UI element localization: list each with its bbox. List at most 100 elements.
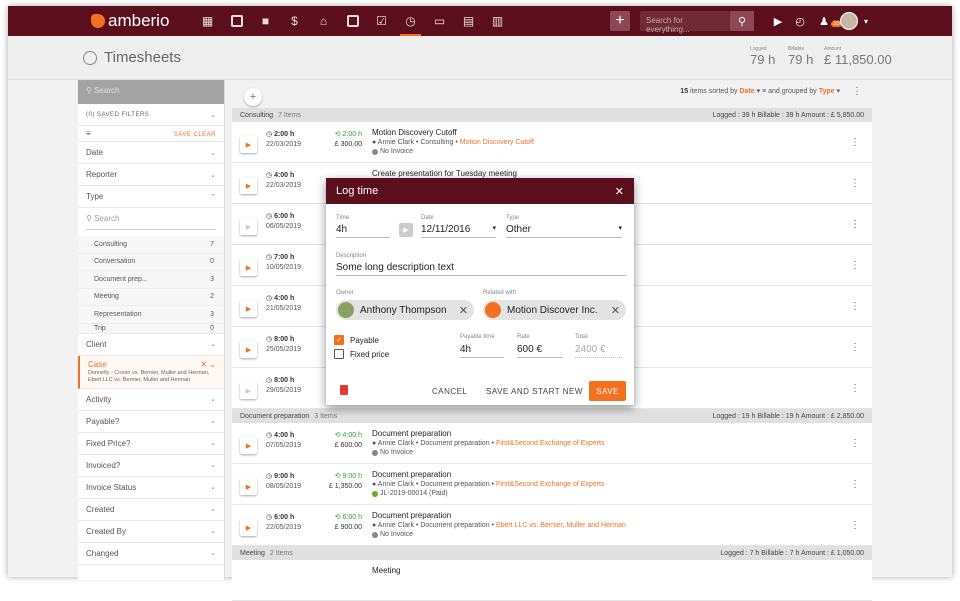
filter-created-by[interactable]: Created By ⌄: [78, 521, 224, 543]
type-option[interactable]: Trip 0: [78, 324, 224, 334]
related-link[interactable]: First&Second Exchange of Experts: [496, 481, 605, 488]
start-timer-button[interactable]: ▶: [240, 136, 257, 153]
filter-fixed-price[interactable]: Fixed Price? ⌄: [78, 433, 224, 455]
related-chip[interactable]: Motion Discover Inc. ✕: [483, 300, 626, 320]
table-row[interactable]: ▶ ◷ 2:00 h 22/03/2019 ⟲ 2:00 h £ 300.00 Motio…: [232, 122, 872, 163]
court-icon[interactable]: ⌂: [309, 6, 338, 36]
stat-billable: Billable 79 h: [788, 46, 814, 67]
start-timer-button[interactable]: ▶: [240, 177, 257, 194]
timer-play-icon[interactable]: ▶: [399, 223, 413, 237]
filter-activity[interactable]: Activity ⌄: [78, 389, 224, 411]
table-row[interactable]: Meeting: [232, 560, 872, 601]
documents-folder-icon[interactable]: ▭: [425, 6, 454, 36]
related-link[interactable]: First&Second Exchange of Experts: [496, 440, 605, 447]
group-field-dropdown[interactable]: Type: [819, 88, 835, 95]
row-menu-icon[interactable]: ⋮: [850, 342, 860, 353]
table-row[interactable]: ▶ ◷ 9:00 h 08/05/2019 ⟲ 9:00 h £ 1,350.00 Doc…: [232, 464, 872, 505]
filter-client[interactable]: Client ⌄: [78, 334, 224, 356]
save-and-start-new-button[interactable]: SAVE AND START NEW: [486, 387, 583, 396]
sort-field-dropdown[interactable]: Date: [739, 88, 754, 95]
fixed-price-checkbox[interactable]: [334, 349, 344, 359]
rate-input[interactable]: 600 €: [517, 344, 563, 358]
date-input[interactable]: 12/11/2016 ▾: [421, 224, 496, 238]
row-menu-icon[interactable]: ⋮: [850, 178, 860, 189]
entry-description: Document preparation ● Annie Clark • Docu…: [372, 429, 605, 456]
dashboard-icon[interactable]: ▦: [193, 6, 222, 36]
play-icon[interactable]: ▶: [768, 11, 788, 31]
filter-invoice-status[interactable]: Invoice Status ⌄: [78, 477, 224, 499]
related-link[interactable]: Motion Discovery Cutoff: [460, 139, 534, 146]
remove-related-icon[interactable]: ✕: [611, 304, 620, 317]
start-timer-button[interactable]: ▶: [240, 437, 257, 454]
filter-search-input[interactable]: ⚲ Search: [78, 80, 224, 104]
billing-icon[interactable]: $: [280, 6, 309, 36]
type-search-input[interactable]: ⚲ Search: [86, 214, 216, 230]
row-menu-icon[interactable]: ⋮: [850, 479, 860, 490]
type-option[interactable]: Conversation 0: [78, 254, 224, 271]
owner-chip[interactable]: Anthony Thompson ✕: [336, 300, 474, 320]
building-icon: [485, 302, 501, 318]
list-menu-icon[interactable]: ⋮: [852, 86, 862, 97]
start-timer-button[interactable]: ▶: [240, 478, 257, 495]
filter-payable[interactable]: Payable? ⌄: [78, 411, 224, 433]
clear-filter-button[interactable]: CLEAR: [193, 132, 216, 138]
filter-created[interactable]: Created ⌄: [78, 499, 224, 521]
row-menu-icon[interactable]: ⋮: [850, 137, 860, 148]
saved-filters-dropdown[interactable]: (0) SAVED FILTERS ⌄: [78, 104, 224, 126]
type-option[interactable]: Representation 3: [78, 306, 224, 324]
filter-case[interactable]: Case ✕ ⌄ Donnelly - Cronin vs. Bernier, M…: [78, 355, 224, 389]
save-filter-button[interactable]: SAVE: [174, 132, 192, 138]
table-row[interactable]: ▶ ◷ 4:00 h 07/05/2019 ⟲ 4:00 h £ 600.00 Docum…: [232, 423, 872, 464]
delete-trash-icon[interactable]: [340, 385, 348, 395]
row-menu-icon[interactable]: ⋮: [850, 260, 860, 271]
timesheets-clock-icon[interactable]: ◷: [396, 6, 425, 36]
search-icon[interactable]: ⚲: [730, 11, 754, 31]
tasks-icon[interactable]: ☑: [367, 6, 396, 36]
start-timer-button[interactable]: ▶: [240, 218, 257, 235]
close-icon[interactable]: ✕: [615, 185, 624, 198]
calendar-icon[interactable]: [338, 6, 367, 36]
row-menu-icon[interactable]: ⋮: [850, 219, 860, 230]
description-input[interactable]: Some long description text: [336, 262, 626, 276]
remove-owner-icon[interactable]: ✕: [459, 304, 468, 317]
row-menu-icon[interactable]: ⋮: [850, 438, 860, 449]
start-timer-button[interactable]: ▶: [240, 259, 257, 276]
templates-icon[interactable]: ▤: [454, 6, 483, 36]
payable-checkbox[interactable]: ✓: [334, 335, 344, 345]
clear-case-icon[interactable]: ✕ ⌄: [200, 360, 216, 369]
filter-changed[interactable]: Changed ⌄: [78, 543, 224, 565]
filter-invoiced[interactable]: Invoiced? ⌄: [78, 455, 224, 477]
type-select[interactable]: Other ▾: [506, 224, 622, 238]
cancel-button[interactable]: CANCEL: [432, 387, 467, 396]
row-menu-icon[interactable]: ⋮: [850, 520, 860, 531]
clock-icon: ◷: [266, 131, 273, 138]
group-header-document-preparation: Document preparation 3 Items Logged : 19 h…: [232, 409, 872, 423]
type-option[interactable]: Meeting 2: [78, 289, 224, 306]
type-option[interactable]: Document prep... 3: [78, 271, 224, 289]
type-option[interactable]: Consulting 7: [78, 236, 224, 254]
start-timer-button[interactable]: ▶: [240, 300, 257, 317]
payable-time-input[interactable]: 4h: [460, 344, 504, 358]
app-logo[interactable]: amberio: [91, 11, 171, 31]
quick-add-button[interactable]: +: [610, 11, 630, 31]
add-entry-button[interactable]: +: [244, 88, 262, 106]
time-input[interactable]: 4h: [336, 224, 390, 238]
start-timer-button[interactable]: ▶: [240, 519, 257, 536]
table-row[interactable]: ▶ ◷ 6:00 h 22/05/2019 ⟲ 6:00 h £ 900.00 Docum…: [232, 505, 872, 546]
reports-icon[interactable]: ▥: [483, 6, 512, 36]
save-button[interactable]: SAVE: [589, 381, 626, 401]
start-timer-button[interactable]: ▶: [240, 341, 257, 358]
row-menu-icon[interactable]: ⋮: [850, 301, 860, 312]
global-search-input[interactable]: Search for everything...: [640, 11, 730, 34]
contacts-icon[interactable]: [222, 6, 251, 36]
chevron-down-icon[interactable]: ▾: [856, 11, 876, 31]
timer-icon[interactable]: ◴: [790, 11, 810, 31]
row-menu-icon[interactable]: ⋮: [850, 383, 860, 394]
log-time-dialog: Log time ✕ Time 4h ▶ Date 12/11/2016 ▾ Ty…: [326, 178, 634, 405]
related-link[interactable]: Ebert LLC vs. Bernier, Muller and Herman: [496, 522, 626, 529]
filter-date[interactable]: Date ⌄: [78, 142, 224, 164]
filter-reporter[interactable]: Reporter ⌄: [78, 164, 224, 186]
start-timer-button[interactable]: ▶: [240, 382, 257, 399]
cases-briefcase-icon[interactable]: ■: [251, 6, 280, 36]
filter-type[interactable]: Type ⌃: [78, 186, 224, 208]
